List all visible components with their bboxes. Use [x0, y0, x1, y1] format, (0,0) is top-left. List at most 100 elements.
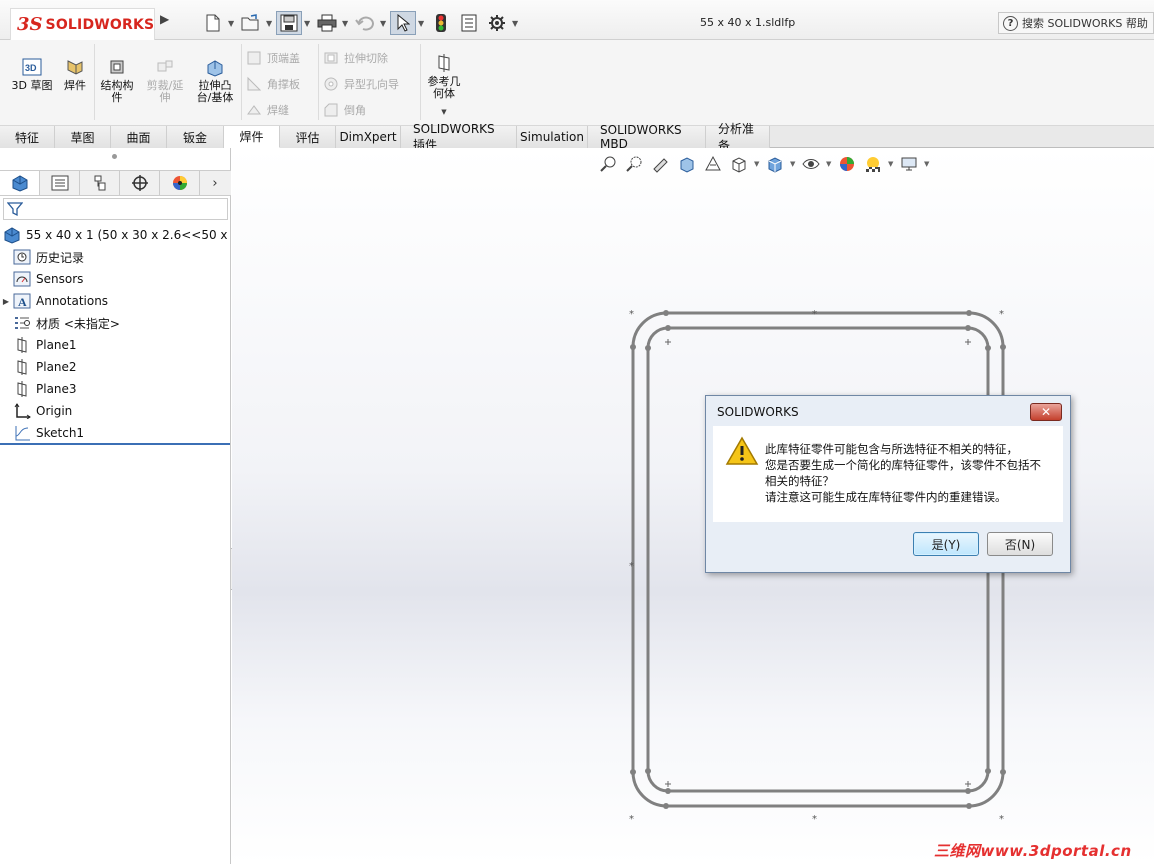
watermark: 三维网www.3dportal.cn — [934, 842, 1132, 860]
tab-surfaces[interactable]: 曲面 — [111, 126, 167, 148]
tree-item-sketch1[interactable]: Sketch1 — [0, 422, 231, 444]
solidworks-logo[interactable]: 3S SOLIDWORKS — [10, 8, 155, 40]
chevron-down-icon[interactable]: ▼ — [790, 160, 796, 168]
no-button[interactable]: 否(N) — [987, 532, 1053, 556]
chevron-down-icon[interactable]: ▼ — [228, 19, 236, 28]
edit-appearance-button[interactable] — [836, 153, 858, 175]
section-view-button[interactable] — [676, 153, 698, 175]
tab-features[interactable]: 特征 — [0, 126, 55, 148]
tab-solidworks-mbd[interactable]: SOLIDWORKS MBD — [588, 123, 706, 151]
chevron-down-icon[interactable]: ▼ — [422, 106, 466, 118]
dialog-message-line: 此库特征零件可能包含与所选特征不相关的特征， — [765, 442, 1018, 456]
annotation-view-icon — [705, 155, 721, 171]
tab-sketch[interactable]: 草图 — [55, 126, 111, 148]
open-button[interactable] — [238, 11, 264, 35]
chamfer-button[interactable]: 倒角 — [323, 102, 366, 118]
tab-simulation[interactable]: Simulation — [517, 126, 588, 148]
hide-show-items-button[interactable] — [800, 153, 822, 175]
svg-text:*: * — [812, 814, 817, 825]
chevron-right-icon[interactable]: › — [200, 171, 230, 195]
feature-filter[interactable] — [3, 198, 228, 220]
chevron-down-icon[interactable]: ▼ — [418, 19, 426, 28]
tree-root-label: 55 x 40 x 1 (50 x 30 x 2.6<<50 x 30 — [26, 228, 231, 242]
view-orientation-button[interactable] — [728, 153, 750, 175]
chevron-down-icon[interactable]: ▼ — [380, 19, 388, 28]
configuration-manager-tab[interactable] — [80, 171, 120, 195]
file-properties-button[interactable] — [456, 11, 482, 35]
save-icon — [280, 14, 298, 32]
yes-button[interactable]: 是(Y) — [913, 532, 979, 556]
chevron-down-icon[interactable]: ▼ — [924, 160, 930, 168]
tree-item-plane2[interactable]: Plane2 — [0, 356, 231, 378]
gusset-button[interactable]: 角撑板 — [246, 76, 300, 92]
help-search-box[interactable]: ? 搜索 SOLIDWORKS 帮助 — [998, 12, 1154, 34]
tree-item-label: Sketch1 — [36, 426, 85, 440]
end-cap-button[interactable]: 顶端盖 — [246, 50, 300, 66]
tree-item-annotations[interactable]: ▶ A Annotations — [0, 290, 231, 312]
weldment-icon — [67, 60, 83, 75]
rebuild-button[interactable] — [428, 11, 454, 35]
chevron-down-icon[interactable]: ▼ — [304, 19, 312, 28]
reference-geometry-button[interactable]: 参考几 何体 ▼ — [422, 52, 466, 118]
tree-item-material[interactable]: 材质 <未指定> — [0, 312, 231, 334]
chevron-down-icon[interactable]: ▼ — [888, 160, 894, 168]
tree-item-label: Plane3 — [36, 382, 77, 396]
previous-view-button[interactable] — [650, 153, 672, 175]
tab-sheet-metal[interactable]: 钣金 — [167, 126, 224, 148]
tree-item-origin[interactable]: Origin — [0, 400, 231, 422]
hole-wizard-button[interactable]: 异型孔向导 — [323, 76, 399, 92]
tree-rollback-bar[interactable] — [0, 443, 230, 445]
save-button[interactable] — [276, 11, 302, 35]
dialog-message-line: 请注意这可能生成在库特征零件内的重建错误。 — [765, 490, 1007, 504]
feature-manager-icon — [12, 175, 27, 192]
apply-scene-button[interactable] — [862, 153, 884, 175]
panel-grip[interactable] — [112, 154, 117, 159]
view-settings-button[interactable] — [898, 153, 920, 175]
feature-manager-tab[interactable] — [0, 171, 40, 195]
chevron-down-icon[interactable]: ▼ — [826, 160, 832, 168]
tab-solidworks-addins[interactable]: SOLIDWORKS 插件 — [401, 122, 517, 152]
tab-weldments[interactable]: 焊件 — [224, 126, 280, 148]
weldment-button[interactable]: 焊件 — [60, 56, 90, 92]
color-wheel-icon — [172, 176, 187, 190]
dynamic-annotation-button[interactable] — [702, 153, 724, 175]
previous-view-icon — [653, 158, 668, 173]
dimxpert-manager-tab[interactable] — [120, 171, 160, 195]
display-manager-tab[interactable] — [160, 171, 200, 195]
tree-root-part[interactable]: 55 x 40 x 1 (50 x 30 x 2.6<<50 x 30 — [0, 224, 231, 246]
zoom-to-area-button[interactable] — [624, 153, 646, 175]
tree-item-history[interactable]: 历史记录 — [0, 246, 231, 268]
tab-analysis-prep[interactable]: 分析准备 — [706, 122, 770, 153]
print-button[interactable] — [314, 11, 340, 35]
annotation-icon: A — [12, 292, 32, 310]
chevron-down-icon[interactable]: ▼ — [512, 19, 520, 28]
select-button[interactable] — [390, 11, 416, 35]
structural-member-button[interactable]: 结构构 件 — [96, 56, 138, 104]
tree-item-plane1[interactable]: Plane1 — [0, 334, 231, 356]
sketch-3d-button[interactable]: 3D 3D 草图 — [8, 56, 56, 92]
weldment-label: 焊件 — [64, 79, 86, 92]
property-manager-tab[interactable] — [40, 171, 80, 195]
menu-expand-icon[interactable]: ▶ — [160, 12, 172, 30]
view-orientation-icon — [732, 157, 746, 173]
tab-dimxpert[interactable]: DimXpert — [336, 126, 401, 148]
undo-button[interactable] — [352, 11, 378, 35]
expand-arrow-icon[interactable]: ▶ — [0, 297, 12, 306]
chevron-down-icon[interactable]: ▼ — [342, 19, 350, 28]
extrude-boss-button[interactable]: 拉伸凸 台/基体 — [192, 56, 238, 104]
weld-bead-button[interactable]: 焊缝 — [246, 102, 289, 118]
new-file-icon — [206, 14, 220, 32]
dialog-close-button[interactable]: ✕ — [1030, 403, 1062, 421]
section-view-icon — [680, 157, 694, 173]
chevron-down-icon[interactable]: ▼ — [754, 160, 760, 168]
zoom-to-fit-button[interactable] — [598, 153, 620, 175]
trim-extend-button[interactable]: 剪裁/延 伸 — [142, 56, 188, 104]
tree-item-sensors[interactable]: Sensors — [0, 268, 231, 290]
extruded-cut-button[interactable]: 拉伸切除 — [323, 50, 388, 66]
tree-item-plane3[interactable]: Plane3 — [0, 378, 231, 400]
options-button[interactable] — [484, 11, 510, 35]
tab-evaluate[interactable]: 评估 — [280, 126, 336, 148]
display-style-button[interactable] — [764, 153, 786, 175]
chevron-down-icon[interactable]: ▼ — [266, 19, 274, 28]
new-document-button[interactable] — [200, 11, 226, 35]
